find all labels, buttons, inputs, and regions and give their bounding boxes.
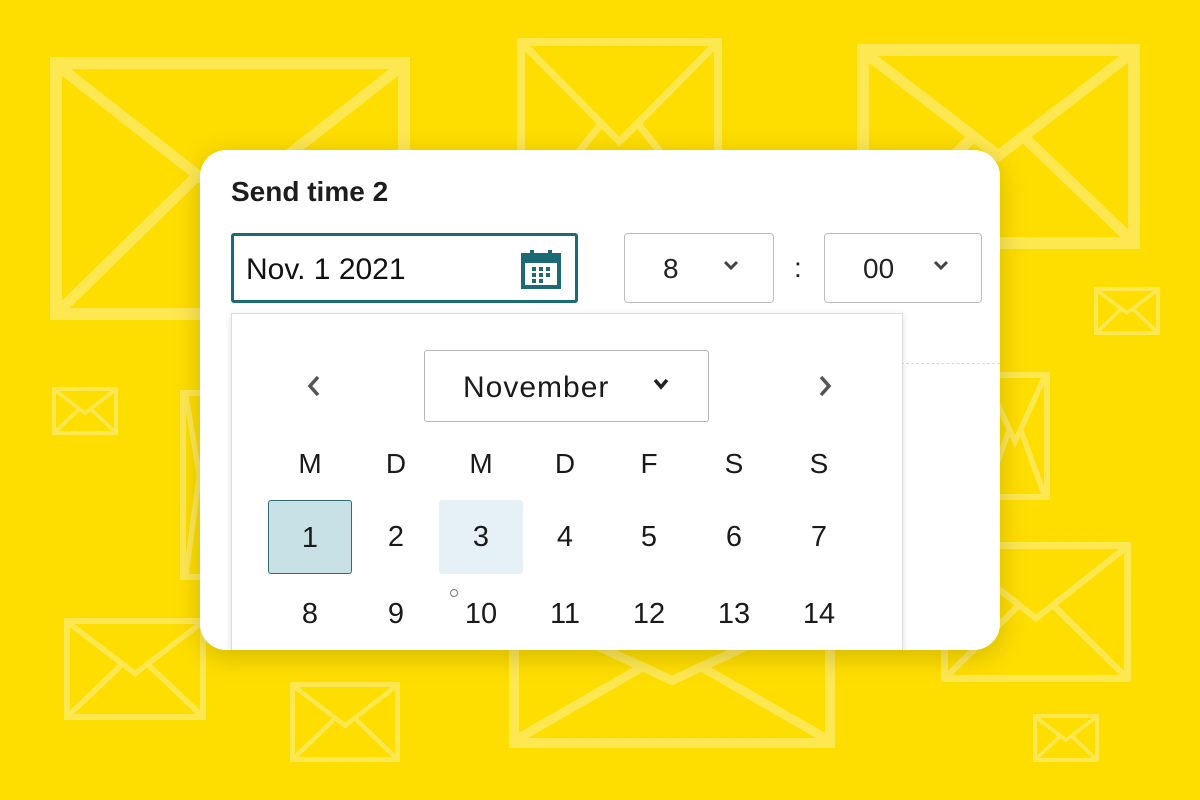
day-cell[interactable]: 14 xyxy=(777,577,861,650)
envelope-icon xyxy=(52,387,118,435)
calendar-icon[interactable] xyxy=(521,249,561,294)
date-input[interactable]: Nov. 1 2021 xyxy=(231,233,578,303)
hour-value: 8 xyxy=(663,253,679,284)
day-cell[interactable]: 7 xyxy=(777,500,861,574)
day-cell[interactable]: 2 xyxy=(354,500,438,574)
day-cell[interactable]: 13 xyxy=(692,577,776,650)
weekday-header: M xyxy=(298,448,322,479)
day-cell[interactable]: 10 xyxy=(439,577,523,650)
weekday-header: M xyxy=(469,448,493,479)
time-separator: : xyxy=(794,252,802,283)
day-cell[interactable]: 6 xyxy=(692,500,776,574)
weekday-header: S xyxy=(724,448,744,479)
weekday-header: D xyxy=(554,448,576,479)
day-cell[interactable]: 11 xyxy=(523,577,607,650)
pointer-cursor-icon xyxy=(449,552,459,597)
chevron-down-icon xyxy=(653,377,669,395)
prev-month-button[interactable] xyxy=(306,374,322,403)
minute-select[interactable]: 00 xyxy=(824,233,982,303)
hour-select[interactable]: 8 xyxy=(624,233,774,303)
day-cell[interactable]: 5 xyxy=(607,500,691,574)
send-time-card: Send time 2 Nov. 1 2021 8 : 00 November … xyxy=(200,150,1000,650)
weekday-header: D xyxy=(385,448,407,479)
weekday-header: F xyxy=(640,448,658,479)
day-cell[interactable]: 9 xyxy=(354,577,438,650)
envelope-icon xyxy=(1094,287,1160,335)
next-month-button[interactable] xyxy=(817,374,833,403)
day-cell[interactable]: 8 xyxy=(268,577,352,650)
day-cell[interactable]: 12 xyxy=(607,577,691,650)
envelope-icon xyxy=(64,618,206,720)
chevron-right-icon xyxy=(819,375,832,397)
date-input-value: Nov. 1 2021 xyxy=(246,253,406,286)
divider xyxy=(901,363,1000,364)
day-cell[interactable]: 4 xyxy=(523,500,607,574)
month-value: November xyxy=(463,371,610,404)
minute-value: 00 xyxy=(863,253,895,284)
month-select[interactable]: November xyxy=(424,350,709,422)
envelope-icon xyxy=(1033,714,1099,762)
envelope-icon xyxy=(290,682,400,762)
day-cell-selected[interactable]: 1 xyxy=(268,500,352,574)
chevron-down-icon xyxy=(723,258,739,276)
card-title: Send time 2 xyxy=(231,176,389,207)
datepicker-popup: November MDMDFSS 1 2 3 4 5 6 7 8 9 10 11 12 13 14 xyxy=(231,313,903,650)
chevron-down-icon xyxy=(933,258,949,276)
chevron-left-icon xyxy=(307,375,320,397)
day-cell[interactable]: 3 xyxy=(439,500,523,597)
weekday-header: S xyxy=(809,448,829,479)
